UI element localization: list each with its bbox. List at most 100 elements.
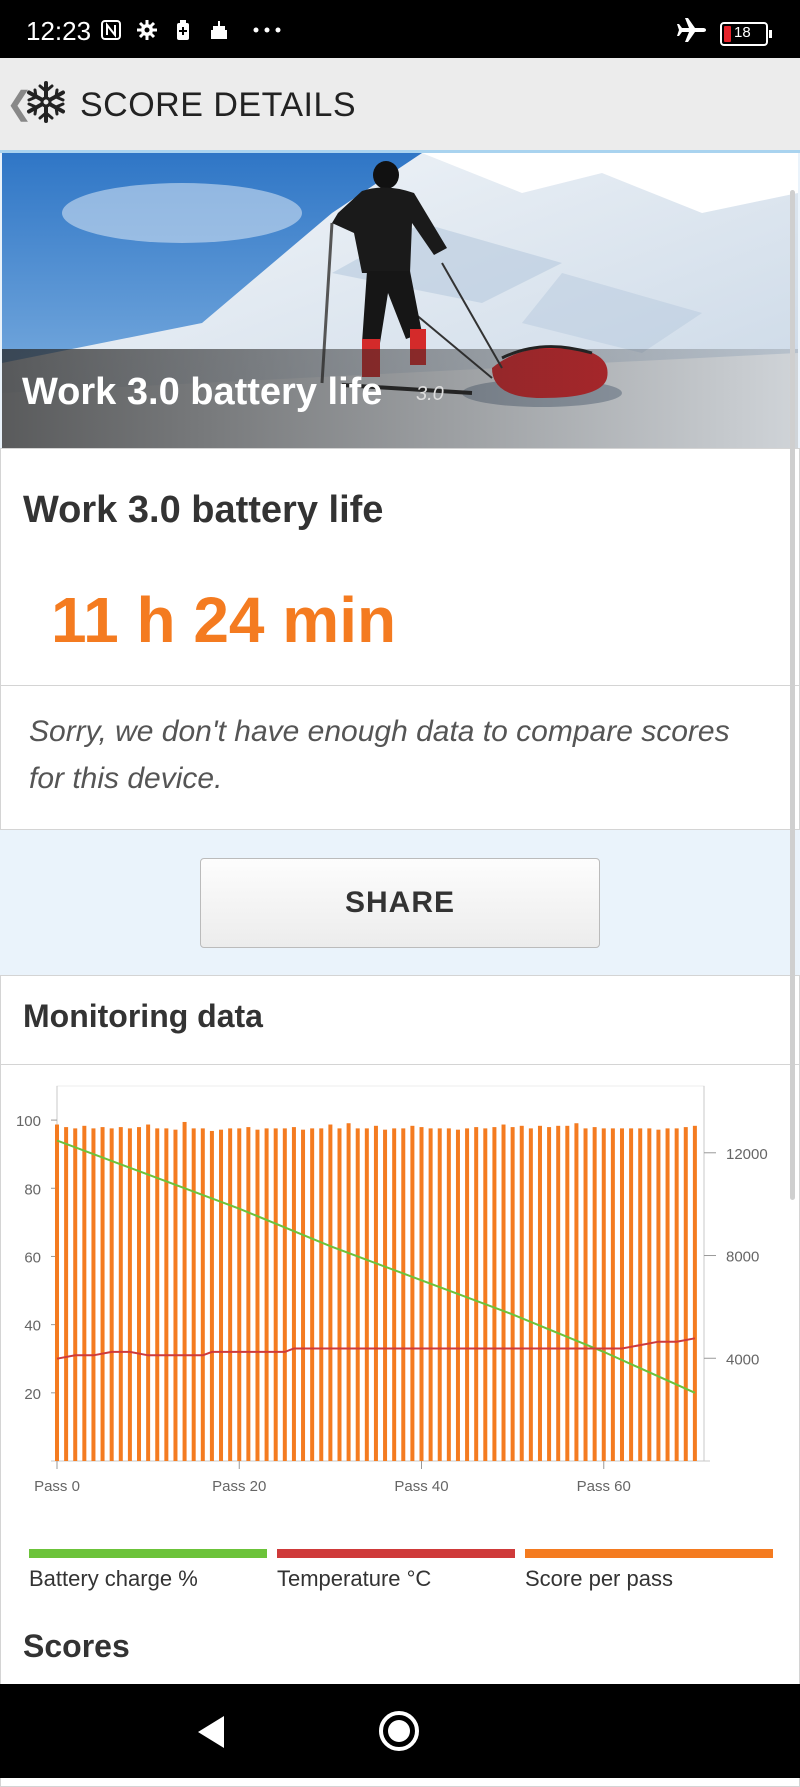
score-bar — [273, 1128, 278, 1461]
y-left-tick-label: 60 — [24, 1249, 41, 1266]
scrollbar[interactable] — [790, 190, 795, 1200]
nfc-icon — [101, 20, 121, 40]
legend-swatch-battery — [29, 1549, 267, 1558]
score-bar — [209, 1130, 214, 1461]
y-left-tick-label: 80 — [24, 1181, 41, 1198]
score-bar — [246, 1127, 251, 1461]
score-bar — [610, 1128, 615, 1461]
score-bar — [528, 1128, 533, 1461]
y-right-tick-label: 8000 — [726, 1249, 759, 1266]
compare-message: Sorry, we don't have enough data to comp… — [29, 715, 730, 795]
battery-icon: 18 — [720, 22, 772, 46]
score-bar — [355, 1128, 360, 1461]
score-bar — [583, 1128, 588, 1461]
score-bar — [465, 1128, 470, 1461]
legend-label-temperature: Temperature °C — [277, 1566, 432, 1591]
score-bar — [301, 1129, 306, 1461]
score-bar — [282, 1128, 287, 1461]
score-bar — [173, 1129, 178, 1461]
score-bar — [619, 1128, 624, 1461]
score-bar — [565, 1125, 570, 1461]
hero-banner: Work 3.0 battery life 3.0 — [2, 153, 798, 448]
hero-caption: Work 3.0 battery life 3.0 — [2, 349, 798, 448]
score-bar — [629, 1128, 634, 1461]
monitoring-chart: 100 80 60 40 20 12000 8000 4000 Pass 0 Pass 20 Pas… — [16, 1085, 768, 1495]
score-bar — [401, 1128, 406, 1461]
legend-swatch-temperature — [277, 1549, 515, 1558]
score-bar — [556, 1125, 561, 1461]
plot-area — [56, 1085, 705, 1462]
score-bar — [437, 1128, 442, 1461]
airplane-icon — [677, 18, 706, 42]
hero-version: 3.0 — [416, 383, 444, 405]
score-bar — [182, 1121, 187, 1461]
score-bar — [474, 1127, 479, 1461]
score-bar — [419, 1127, 424, 1461]
score-bar — [319, 1128, 324, 1461]
score-bar — [665, 1128, 670, 1461]
status-time: 12:23 — [26, 16, 92, 46]
legend-label-battery: Battery charge % — [29, 1566, 198, 1591]
y-right-tick-label: 4000 — [726, 1351, 759, 1368]
score-bar — [674, 1128, 679, 1461]
score-name: Work 3.0 battery life — [23, 489, 384, 531]
score-bar — [410, 1125, 415, 1461]
score-bar — [537, 1125, 542, 1461]
score-bar — [228, 1128, 233, 1461]
score-bar — [656, 1129, 661, 1461]
gear-icon — [137, 20, 157, 40]
y-left-tick-label: 20 — [24, 1386, 41, 1403]
score-bar — [337, 1128, 342, 1461]
score-bar — [638, 1128, 643, 1461]
score-bar — [501, 1124, 506, 1461]
score-bar — [592, 1127, 597, 1461]
score-bar — [492, 1127, 497, 1461]
x-tick-label: Pass 0 — [34, 1478, 80, 1495]
score-bar — [692, 1125, 697, 1461]
share-button[interactable]: SHARE — [200, 858, 600, 948]
score-bar — [55, 1124, 59, 1461]
back-triangle-icon[interactable] — [194, 1714, 228, 1750]
more-dots-icon — [253, 27, 281, 33]
score-bar — [574, 1123, 579, 1461]
app-bar: ❮ SCORE DETAILS — [0, 58, 800, 153]
scores-heading: Scores — [23, 1628, 130, 1664]
monitoring-card: Monitoring data 100 80 60 40 20 12000 8000 4000… — [0, 975, 800, 1787]
score-bar — [601, 1128, 606, 1461]
cake-icon — [211, 21, 227, 39]
page-title: SCORE DETAILS — [80, 86, 357, 124]
x-tick-label: Pass 20 — [212, 1478, 266, 1495]
x-tick-label: Pass 40 — [394, 1478, 448, 1495]
score-bar — [73, 1128, 78, 1461]
score-bar — [510, 1127, 515, 1461]
home-circle-icon[interactable] — [378, 1710, 420, 1752]
battery-saver-icon — [177, 20, 189, 40]
score-bar — [200, 1128, 205, 1461]
score-bar — [82, 1125, 87, 1461]
score-bar — [118, 1127, 123, 1461]
score-bar — [647, 1128, 652, 1461]
score-value: 11 h 24 min — [51, 584, 397, 656]
score-bar — [137, 1127, 142, 1461]
score-bar — [547, 1127, 552, 1461]
score-bar — [446, 1128, 451, 1461]
score-bar — [364, 1128, 369, 1461]
legend-label-score: Score per pass — [525, 1566, 673, 1591]
score-bar — [428, 1128, 433, 1461]
score-bar — [328, 1124, 333, 1461]
score-card: Work 3.0 battery life 11 h 24 min — [0, 448, 800, 686]
y-left-tick-label: 40 — [24, 1318, 41, 1335]
hero-title: Work 3.0 battery life — [22, 371, 383, 413]
score-bar — [310, 1128, 315, 1461]
monitoring-heading: Monitoring data — [23, 998, 263, 1034]
score-bar — [483, 1128, 488, 1461]
score-bar — [346, 1123, 351, 1461]
snowflake-icon — [27, 81, 65, 123]
y-right-tick-label: 12000 — [726, 1146, 768, 1163]
y-left-tick-label: 100 — [16, 1113, 41, 1130]
score-bar — [683, 1127, 688, 1461]
status-bar: 12:23 18 — [0, 0, 800, 58]
score-bar — [109, 1128, 114, 1461]
x-tick-label: Pass 60 — [577, 1478, 631, 1495]
score-bar — [373, 1125, 378, 1461]
